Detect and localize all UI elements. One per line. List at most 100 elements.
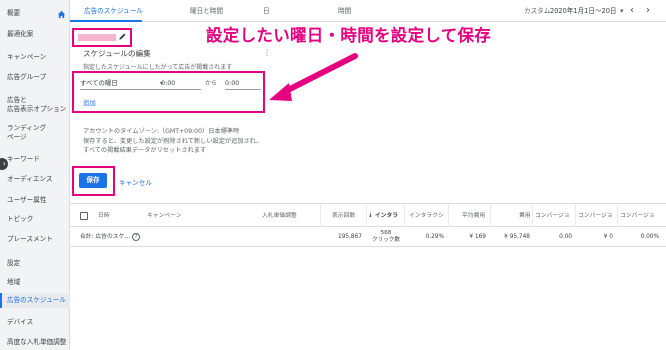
tab-ad-schedule[interactable]: 広告のスケジュール xyxy=(84,0,143,22)
time-separator: から xyxy=(205,80,218,87)
sidebar-item-demographics[interactable]: ユーザー属性 xyxy=(0,196,70,205)
cancel-button[interactable]: キャンセル xyxy=(119,177,152,187)
sidebar-item-label: 広告グループ xyxy=(7,73,47,81)
table-row: 合計: 広告のスケ… ? 195,867 568 クリック数 0.29% ¥ 1… xyxy=(70,227,666,247)
pencil-icon[interactable] xyxy=(118,32,127,41)
interactions-type: クリック数 xyxy=(372,237,400,243)
tab-label: 広告のスケジュール xyxy=(84,7,143,15)
sidebar-item-label: デバイス xyxy=(7,318,34,326)
add-schedule-link[interactable]: 追加 xyxy=(83,98,96,107)
total-conversions: 0.00 xyxy=(559,234,572,240)
sidebar: 概要 最適化案 キャンペーン 広告グループ 広告と 広告表示オプション ランディ… xyxy=(0,0,70,350)
end-time-input[interactable]: 0:00 xyxy=(225,78,261,90)
save-warning-line: 保存すると、変更した設定が削除されて新しい設定が追加され、 xyxy=(83,137,263,145)
sidebar-item-campaigns[interactable]: キャンペーン xyxy=(0,53,70,62)
sidebar-item-keywords[interactable]: キーワード xyxy=(0,155,70,164)
schedule-name-redacted xyxy=(78,34,116,41)
reset-warning-line: すべての掲載結果データがリセットされます xyxy=(83,147,207,154)
column-divider xyxy=(366,204,367,228)
chevron-right-icon[interactable]: › xyxy=(646,0,650,21)
sidebar-item-ad-groups[interactable]: 広告グループ xyxy=(0,73,70,82)
table-header: 日時 キャンペーン 入札単価調整 表示回数 ↓ インタラ インタラクシ 平均費用… xyxy=(70,203,666,228)
interactions-count: 568 xyxy=(380,230,392,236)
chevron-left-icon[interactable]: ‹ xyxy=(630,0,634,21)
sidebar-collapse-button[interactable]: › xyxy=(0,158,8,170)
total-conversion-value: ¥ 0 xyxy=(603,234,613,240)
active-tab-indicator xyxy=(70,20,142,22)
date-range-label: カスタム xyxy=(524,7,551,15)
column-header-interaction-rate[interactable]: インタラクシ xyxy=(409,204,444,228)
start-time-input[interactable]: 0:00 xyxy=(161,78,201,90)
total-conversion-rate: 0.00% xyxy=(640,234,659,240)
sidebar-item-locations[interactable]: 地域 xyxy=(0,278,70,287)
sidebar-item-label: ランディング ページ xyxy=(7,124,47,141)
sidebar-item-label: ユーザー属性 xyxy=(7,196,47,204)
column-header-avg-cost[interactable]: 平均費用 xyxy=(462,204,485,228)
home-icon xyxy=(57,10,66,19)
day-of-week-select[interactable]: すべての曜日 ▾ xyxy=(80,78,164,90)
schedule-name-highlight xyxy=(72,28,132,47)
total-cost: ¥ 95,748 xyxy=(504,234,530,240)
sidebar-item-advanced-bid[interactable]: 高度な入札単価調整 xyxy=(0,338,70,347)
column-divider xyxy=(448,204,449,228)
total-impressions: 195,867 xyxy=(338,234,362,240)
sidebar-item-label: 最適化案 xyxy=(7,30,34,38)
edit-schedule-heading: スケジュールの編集 xyxy=(83,49,151,58)
column-divider xyxy=(575,204,576,228)
sidebar-item-label: キーワード xyxy=(7,155,40,163)
column-divider xyxy=(532,204,533,228)
sidebar-item-devices[interactable]: デバイス xyxy=(0,318,70,327)
annotation-callout: 設定したい曜日・時間を設定して保存 xyxy=(206,26,492,45)
column-header-interactions[interactable]: ↓ インタラ xyxy=(368,204,398,228)
tab-label: 曜日と時間 xyxy=(190,7,223,15)
total-avg-cost: ¥ 169 xyxy=(469,234,486,240)
tab-day-and-time[interactable]: 曜日と時間 xyxy=(190,0,223,22)
total-interactions: 568 クリック数 xyxy=(366,230,406,244)
column-header-conversion-value[interactable]: コンバージョ xyxy=(578,204,613,228)
schedule-row-highlight: すべての曜日 ▾ 0:00 から 0:00 追加 xyxy=(72,71,265,113)
sidebar-item-topics[interactable]: トピック xyxy=(0,215,70,224)
sidebar-item-ad-schedule[interactable]: 広告のスケジュール xyxy=(0,293,70,308)
save-button-highlight: 保存 xyxy=(72,166,115,196)
timezone-note: アカウントのタイムゾーン:（GMT+09:00）日本標準時 保存すると、変更した… xyxy=(83,127,262,156)
save-button[interactable]: 保存 xyxy=(79,173,107,188)
dropdown-caret-icon[interactable]: ▾ xyxy=(620,0,624,22)
sidebar-item-label: プレースメント xyxy=(7,235,53,243)
tab-bar: 広告のスケジュール 曜日と時間 日 時間 カスタム 2020年1月1日〜20日 … xyxy=(70,0,666,22)
column-divider xyxy=(404,204,405,228)
sidebar-item-label: 広告と 広告表示オプション xyxy=(7,96,67,113)
column-header-cost[interactable]: 費用 xyxy=(519,204,531,228)
total-interaction-rate: 0.29% xyxy=(425,234,444,240)
column-header-conversions[interactable]: コンバージョ xyxy=(535,204,570,228)
tab-hour[interactable]: 時間 xyxy=(338,0,351,22)
column-divider xyxy=(320,204,321,228)
column-header-datetime[interactable]: 日時 xyxy=(98,204,110,228)
column-header-conversion-rate[interactable]: コンバージョ xyxy=(620,204,655,228)
date-range-picker[interactable]: 2020年1月1日〜20日 xyxy=(550,0,617,22)
sidebar-item-label: 高度な入札単価調整 xyxy=(7,338,67,346)
column-header-campaign[interactable]: キャンペーン xyxy=(147,204,182,228)
select-all-checkbox[interactable] xyxy=(80,212,88,220)
sidebar-item-label: 設定 xyxy=(7,259,21,267)
timezone-line: アカウントのタイムゾーン:（GMT+09:00）日本標準時 xyxy=(83,128,240,135)
sidebar-item-placements[interactable]: プレースメント xyxy=(0,235,70,244)
sidebar-item-label: 広告のスケジュール xyxy=(7,296,66,304)
more-options-icon[interactable]: ⋮ xyxy=(263,48,271,57)
sidebar-item-settings[interactable]: 設定 xyxy=(0,259,70,268)
sidebar-item-ads-extensions[interactable]: 広告と 広告表示オプション xyxy=(0,96,70,113)
sidebar-item-audiences[interactable]: オーディエンス xyxy=(0,175,70,184)
column-divider xyxy=(490,204,491,228)
help-icon[interactable]: ? xyxy=(132,233,140,241)
column-header-impressions[interactable]: 表示回数 xyxy=(332,204,355,228)
tab-label: 日 xyxy=(263,7,270,15)
column-divider xyxy=(617,204,618,228)
column-header-bid-adjustment[interactable]: 入札単価調整 xyxy=(262,204,297,228)
total-row-label: 合計: 広告のスケ… xyxy=(80,234,131,240)
sidebar-item-landing-pages[interactable]: ランディング ページ xyxy=(0,124,70,141)
tab-day[interactable]: 日 xyxy=(263,0,270,22)
sidebar-item-label: 地域 xyxy=(7,278,21,286)
day-of-week-value: すべての曜日 xyxy=(80,79,118,87)
sidebar-item-recommendations[interactable]: 最適化案 xyxy=(0,30,70,39)
sidebar-item-label: キャンペーン xyxy=(7,53,47,61)
tab-label: 時間 xyxy=(338,7,352,15)
